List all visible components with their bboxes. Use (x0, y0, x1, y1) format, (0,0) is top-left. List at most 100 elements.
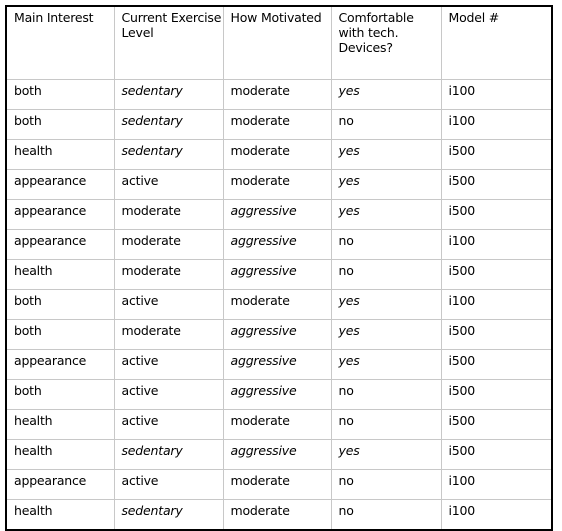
column-header-how-motivated: How Motivated (223, 6, 332, 80)
cell-value: aggressive (230, 233, 297, 248)
cell-value: yes (338, 83, 360, 98)
cell-model_number: i500 (441, 319, 552, 350)
cell-value: yes (338, 443, 360, 458)
cell-value: yes (338, 293, 360, 308)
table-row: appearance active moderate yes i500 (6, 169, 552, 200)
cell-current_exercise_level: active (114, 289, 224, 320)
cell-value: sedentary (121, 113, 183, 128)
cell-current_exercise_level: sedentary (114, 109, 224, 140)
cell-main_interest: both (6, 79, 115, 110)
table-body: both sedentary moderate yes i100 both sedentar… (6, 79, 552, 530)
cell-model_number: i500 (441, 349, 552, 380)
cell-comfortable_with_tech_devices: no (331, 109, 442, 140)
cell-model_number: i500 (441, 409, 552, 440)
cell-current_exercise_level: moderate (114, 199, 224, 230)
cell-how_motivated: aggressive (223, 439, 332, 470)
cell-comfortable_with_tech_devices: yes (331, 349, 442, 380)
cell-current_exercise_level: sedentary (114, 439, 224, 470)
table-row: appearance moderate aggressive yes i500 (6, 199, 552, 230)
cell-current_exercise_level: sedentary (114, 139, 224, 170)
cell-value: yes (338, 323, 360, 338)
table-row: both sedentary moderate no i100 (6, 109, 552, 140)
cell-how_motivated: aggressive (223, 229, 332, 260)
cell-comfortable_with_tech_devices: yes (331, 439, 442, 470)
table-row: appearance active aggressive yes i500 (6, 349, 552, 380)
cell-main_interest: health (6, 259, 115, 290)
cell-comfortable_with_tech_devices: no (331, 229, 442, 260)
column-header-comfortable-with-tech-devices: Comfortable with tech. Devices? (331, 6, 442, 80)
cell-main_interest: appearance (6, 469, 115, 500)
cell-value: yes (338, 203, 360, 218)
cell-comfortable_with_tech_devices: yes (331, 79, 442, 110)
cell-how_motivated: aggressive (223, 259, 332, 290)
table-row: both active aggressive no i500 (6, 379, 552, 410)
cell-value: yes (338, 173, 360, 188)
cell-current_exercise_level: moderate (114, 229, 224, 260)
cell-current_exercise_level: active (114, 469, 224, 500)
cell-value: sedentary (121, 83, 183, 98)
cell-current_exercise_level: moderate (114, 319, 224, 350)
cell-main_interest: health (6, 139, 115, 170)
table-row: health sedentary aggressive yes i500 (6, 439, 552, 470)
cell-model_number: i500 (441, 259, 552, 290)
cell-value: sedentary (121, 443, 183, 458)
cell-current_exercise_level: sedentary (114, 499, 224, 530)
cell-main_interest: appearance (6, 169, 115, 200)
cell-main_interest: both (6, 289, 115, 320)
cell-comfortable_with_tech_devices: no (331, 259, 442, 290)
cell-main_interest: appearance (6, 229, 115, 260)
customer-fitness-survey-table: Main Interest Current Exercise Level How… (5, 5, 553, 531)
cell-model_number: i500 (441, 439, 552, 470)
cell-model_number: i100 (448, 503, 476, 518)
table-row: appearance active moderate no i100 (6, 469, 552, 500)
cell-current_exercise_level: active (114, 349, 224, 380)
cell-main_interest: health (6, 439, 115, 470)
cell-model_number: i100 (441, 469, 552, 500)
cell-how_motivated: aggressive (223, 349, 332, 380)
cell-value: aggressive (230, 443, 297, 458)
cell-model_number: i500 (441, 139, 552, 170)
cell-value: yes (338, 143, 360, 158)
cell-current_exercise_level: active (114, 379, 224, 410)
table-row: both moderate aggressive yes i500 (6, 319, 552, 350)
cell-value: aggressive (230, 263, 297, 278)
cell-main_interest: appearance (6, 349, 115, 380)
cell-current_exercise_level: active (114, 409, 224, 440)
cell-comfortable_with_tech_devices: yes (331, 289, 442, 320)
cell-comfortable_with_tech_devices: no (331, 499, 442, 530)
table-row: appearance moderate aggressive no i100 (6, 229, 552, 260)
cell-main_interest: health (6, 499, 115, 530)
table-row: both sedentary moderate yes i100 (6, 79, 552, 110)
cell-model_number: i100 (441, 289, 552, 320)
cell-how_motivated: moderate (223, 169, 332, 200)
cell-current_exercise_level: active (114, 169, 224, 200)
column-header-model-number: Model # (441, 6, 552, 80)
cell-value: sedentary (121, 143, 183, 158)
cell-current_exercise_level: moderate (114, 259, 224, 290)
cell-how_motivated: moderate (223, 289, 332, 320)
cell-main_interest: both (6, 319, 115, 350)
table-row: health active moderate no i500 (6, 409, 552, 440)
cell-model_number: i100 (441, 109, 552, 140)
table-row: both active moderate yes i100 (6, 289, 552, 320)
cell-model_number: i100 (441, 229, 552, 260)
cell-comfortable_with_tech_devices: no (331, 409, 442, 440)
cell-comfortable_with_tech_devices: yes (331, 319, 442, 350)
cell-comfortable_with_tech_devices: no (331, 379, 442, 410)
cell-model_number: i500 (441, 379, 552, 410)
cell-how_motivated: aggressive (223, 199, 332, 230)
cell-value: aggressive (230, 323, 297, 338)
cell-value: aggressive (230, 383, 297, 398)
cell-how_motivated: moderate (223, 79, 332, 110)
column-header-current-exercise-level: Current Exercise Level (114, 6, 224, 80)
cell-comfortable_with_tech_devices: yes (331, 169, 442, 200)
table-header: Main Interest Current Exercise Level How… (6, 6, 552, 80)
cell-main_interest: both (6, 379, 115, 410)
cell-how_motivated: aggressive (223, 319, 332, 350)
cell-model_number: i500 (441, 199, 552, 230)
cell-comfortable_with_tech_devices: no (331, 469, 442, 500)
cell-model_number: i100 (441, 79, 552, 110)
table-container: Main Interest Current Exercise Level How… (5, 5, 553, 531)
cell-value: aggressive (230, 203, 297, 218)
cell-comfortable_with_tech_devices: yes (331, 199, 442, 230)
